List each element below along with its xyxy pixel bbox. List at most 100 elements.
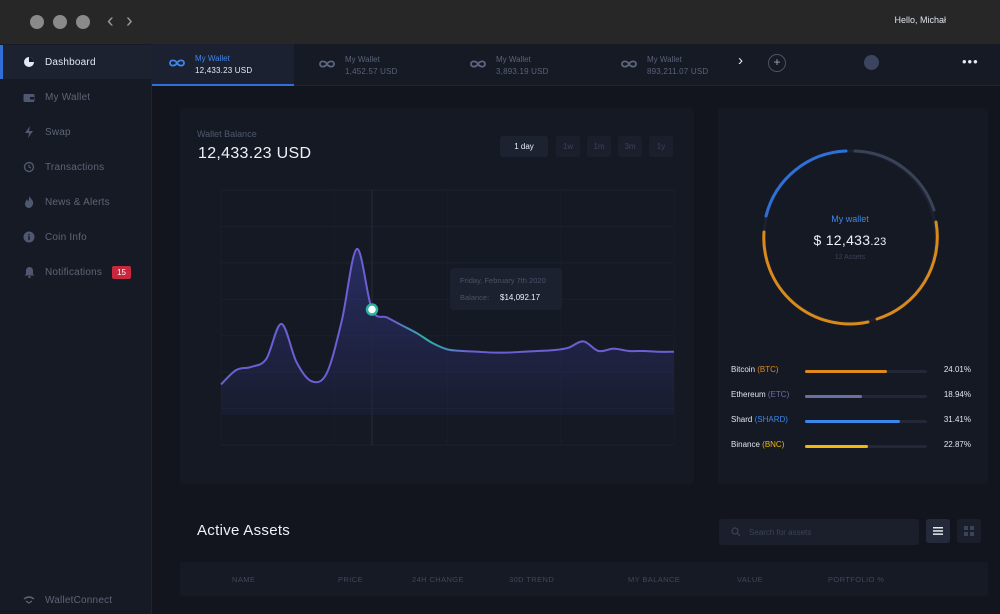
- asset-name: Shard (SHARD): [731, 415, 788, 424]
- wallet-tab[interactable]: My Wallet 1,452.57 USD: [302, 44, 442, 86]
- portfolio-title: My wallet: [831, 214, 869, 224]
- back-icon[interactable]: ‹: [107, 11, 114, 31]
- balance-chart-panel: [180, 108, 694, 484]
- sidebar-item-label: Transactions: [45, 161, 105, 173]
- wallet-name: My Wallet: [345, 54, 380, 64]
- more-icon[interactable]: •••: [962, 54, 979, 69]
- asset-bar-fill: [805, 420, 901, 423]
- active-assets-title: Active Assets: [197, 522, 291, 539]
- info-icon: [22, 230, 36, 244]
- wallet-balance: 3,893.19 USD: [496, 66, 549, 76]
- sidebar-item-label: Coin Info: [45, 231, 87, 243]
- infinity-icon: [469, 56, 487, 74]
- window-maximize-button[interactable]: [76, 15, 90, 29]
- wallet-balance: 1,452.57 USD: [345, 66, 398, 76]
- next-wallets-icon[interactable]: ›: [738, 52, 743, 69]
- table-column-header[interactable]: NAME: [232, 575, 255, 584]
- sidebar-item-notifications[interactable]: Notifications 15: [0, 255, 152, 289]
- search-input[interactable]: [749, 527, 909, 537]
- asset-percent: 22.87%: [943, 440, 971, 449]
- range-button[interactable]: 1y: [649, 136, 673, 157]
- tooltip-date: Friday, February 7th 2020: [460, 276, 546, 285]
- infinity-icon: [168, 55, 186, 73]
- lightning-icon: [22, 125, 36, 139]
- asset-row: Ethereum (ETC) 18.94%: [731, 390, 971, 404]
- table-column-header[interactable]: 30D TREND: [509, 575, 554, 584]
- asset-bar-track: [805, 370, 927, 373]
- sidebar-item-coin-info[interactable]: Coin Info: [0, 220, 152, 254]
- asset-name: Ethereum (ETC): [731, 390, 790, 399]
- pie-chart-icon: [22, 55, 36, 69]
- wallet-balance-value: 12,433.23 USD: [198, 145, 312, 162]
- table-column-header[interactable]: VALUE: [737, 575, 763, 584]
- asset-name: Binance (BNC): [731, 440, 785, 449]
- asset-name: Bitcoin (BTC): [731, 365, 779, 374]
- sidebar-item-transactions[interactable]: Transactions: [0, 150, 152, 184]
- forward-icon[interactable]: ›: [126, 11, 133, 31]
- asset-bar-fill: [805, 370, 887, 373]
- asset-search[interactable]: [719, 519, 919, 545]
- asset-bar-fill: [805, 395, 863, 398]
- sidebar-item-label: News & Alerts: [45, 196, 110, 208]
- grid-view-button[interactable]: [957, 519, 981, 543]
- list-view-button[interactable]: [926, 519, 950, 543]
- history-icon: [22, 160, 36, 174]
- window-titlebar: [0, 0, 1000, 44]
- add-wallet-button[interactable]: +: [768, 54, 786, 72]
- sidebar-item-label: Dashboard: [45, 56, 96, 68]
- greeting: Hello, Michał: [894, 15, 946, 25]
- window-close-button[interactable]: [30, 15, 44, 29]
- range-button[interactable]: 1m: [587, 136, 611, 157]
- sidebar-item-label: My Wallet: [45, 91, 91, 103]
- table-column-header[interactable]: 24H CHANGE: [412, 575, 464, 584]
- range-button[interactable]: 1w: [556, 136, 580, 157]
- wallet-balance: 893,211.07 USD: [647, 66, 709, 76]
- asset-row: Binance (BNC) 22.87%: [731, 440, 971, 454]
- portfolio-value: $ 12,433.23: [813, 232, 887, 248]
- asset-percent: 18.94%: [943, 390, 971, 399]
- asset-percent: 24.01%: [943, 365, 971, 374]
- bell-icon: [22, 265, 36, 279]
- wallet-tab[interactable]: My Wallet 893,211.07 USD: [604, 44, 744, 86]
- sidebar-item-dashboard[interactable]: Dashboard: [0, 45, 152, 79]
- wallet-tab[interactable]: My Wallet 12,433.23 USD: [152, 44, 294, 86]
- table-column-header[interactable]: MY BALANCE: [628, 575, 680, 584]
- wallet-name: My Wallet: [496, 54, 531, 64]
- walletconnect-button[interactable]: WalletConnect: [0, 586, 152, 614]
- asset-bar-track: [805, 395, 927, 398]
- walletconnect-label: WalletConnect: [45, 594, 113, 606]
- sidebar-item-label: Swap: [45, 126, 71, 138]
- chart-tooltip: [450, 268, 562, 310]
- wallet-balance: 12,433.23 USD: [195, 65, 253, 75]
- range-button[interactable]: 3m: [618, 136, 642, 157]
- asset-bar-fill: [805, 445, 869, 448]
- range-button[interactable]: 1 day: [500, 136, 548, 157]
- wallet-name: My Wallet: [647, 54, 682, 64]
- portfolio-asset-count: 12 Assets: [834, 254, 866, 261]
- window-minimize-button[interactable]: [53, 15, 67, 29]
- wallet-balance-label: Wallet Balance: [197, 129, 257, 139]
- sidebar-item-label: Notifications: [45, 266, 103, 278]
- wallet-name: My Wallet: [195, 53, 230, 63]
- search-icon: [731, 527, 741, 537]
- table-column-header[interactable]: PRICE: [338, 575, 363, 584]
- tooltip-balance-label: Balance:: [460, 293, 490, 302]
- asset-bar-track: [805, 445, 927, 448]
- sidebar-item-my-wallet[interactable]: My Wallet: [0, 80, 152, 114]
- notifications-badge: 15: [112, 265, 131, 279]
- infinity-icon: [620, 56, 638, 74]
- wallet-tab[interactable]: My Wallet 3,893.19 USD: [453, 44, 593, 86]
- infinity-icon: [318, 56, 336, 74]
- sidebar-item-news-alerts[interactable]: News & Alerts: [0, 185, 152, 219]
- asset-bar-track: [805, 420, 927, 423]
- walletconnect-icon: [22, 593, 36, 607]
- asset-row: Shard (SHARD) 31.41%: [731, 415, 971, 429]
- tooltip-balance-value: $14,092.17: [500, 293, 541, 302]
- avatar[interactable]: [864, 55, 879, 70]
- asset-row: Bitcoin (BTC) 24.01%: [731, 365, 971, 379]
- wallet-icon: [22, 90, 36, 104]
- asset-percent: 31.41%: [943, 415, 971, 424]
- table-column-header[interactable]: PORTFOLIO %: [828, 575, 884, 584]
- grid-icon: [964, 526, 974, 536]
- sidebar-item-swap[interactable]: Swap: [0, 115, 152, 149]
